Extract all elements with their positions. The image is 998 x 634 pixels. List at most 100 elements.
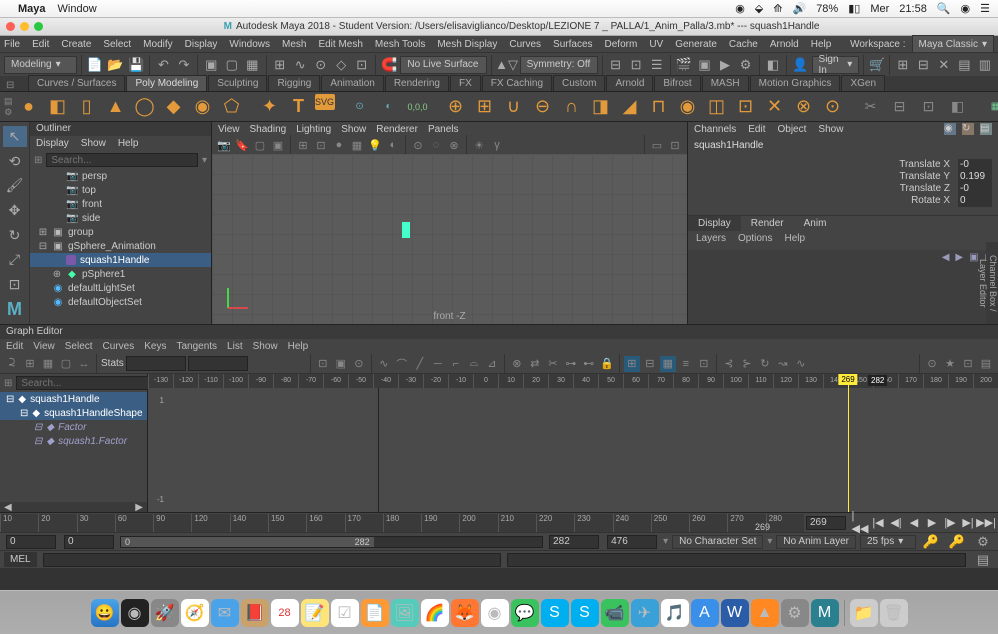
extrude-icon[interactable]: ◨ bbox=[588, 94, 614, 120]
dock-appstore-icon[interactable]: A bbox=[691, 599, 719, 627]
script-editor-icon[interactable]: ▤ bbox=[972, 549, 994, 571]
cb-node-name[interactable]: squash1Handle bbox=[694, 140, 764, 151]
step-forward-icon[interactable]: |▶ bbox=[942, 515, 958, 531]
outliner-menu-display[interactable]: Display bbox=[36, 138, 69, 149]
symmetry-dropdown[interactable]: Symmetry: Off bbox=[520, 56, 598, 74]
shelf-collapse-icon[interactable]: ⊟ bbox=[6, 80, 14, 91]
snap-curve-icon[interactable]: ∿ bbox=[291, 54, 310, 76]
vp-resolution-icon[interactable]: ⊡ bbox=[667, 137, 683, 153]
dock-launchpad-icon[interactable]: 🚀 bbox=[151, 599, 179, 627]
vp-menu-show[interactable]: Show bbox=[341, 124, 366, 135]
poly-cone-icon[interactable]: ▲ bbox=[103, 94, 129, 120]
cb-menu-show[interactable]: Show bbox=[818, 124, 843, 135]
dock-notes-icon[interactable]: 📝 bbox=[301, 599, 329, 627]
cb-menu-object[interactable]: Object bbox=[778, 124, 807, 135]
toggle-modeling-icon[interactable]: ⊞ bbox=[894, 54, 913, 76]
ge-open-editor-icon[interactable]: ⊡ bbox=[960, 356, 976, 372]
vp-shaded-icon[interactable]: ● bbox=[331, 137, 347, 153]
ge-value-snap-icon[interactable]: ⊟ bbox=[642, 356, 658, 372]
mac-app-name[interactable]: Maya bbox=[18, 3, 46, 15]
move-tool-icon[interactable]: ✥ bbox=[3, 200, 27, 221]
menu-create[interactable]: Create bbox=[61, 39, 91, 50]
range-menu-icon[interactable]: ▾ bbox=[663, 536, 668, 547]
cb-tab-render[interactable]: Render bbox=[741, 216, 794, 231]
shelf-tab-mash[interactable]: MASH bbox=[702, 75, 749, 91]
open-scene-icon[interactable]: 📂 bbox=[106, 54, 125, 76]
vp-select-cam-icon[interactable]: 📷 bbox=[216, 137, 232, 153]
ge-frame-all-icon[interactable]: ⊡ bbox=[315, 356, 331, 372]
shelf-tab-sculpting[interactable]: Sculpting bbox=[208, 75, 267, 91]
outliner-menu-show[interactable]: Show bbox=[81, 138, 106, 149]
select-tool-icon[interactable]: ↖ bbox=[3, 126, 27, 147]
ge-stats-frame-input[interactable] bbox=[126, 356, 186, 371]
vp-lights-icon[interactable]: 💡 bbox=[367, 137, 383, 153]
shelf-tab-fxcaching[interactable]: FX Caching bbox=[482, 75, 552, 91]
redo-icon[interactable]: ↷ bbox=[175, 54, 194, 76]
snap-view-icon[interactable]: ⊡ bbox=[352, 54, 371, 76]
ge-unify-tan-icon[interactable]: ⊶ bbox=[563, 356, 579, 372]
maya-home-icon[interactable]: M bbox=[7, 299, 22, 320]
menu-select[interactable]: Select bbox=[103, 39, 131, 50]
layers-menu-options[interactable]: Options bbox=[738, 233, 772, 244]
dock-chrome-icon[interactable]: ◉ bbox=[481, 599, 509, 627]
shelf-tab-rendering[interactable]: Rendering bbox=[385, 75, 449, 91]
ge-menu-keys[interactable]: Keys bbox=[144, 341, 166, 352]
play-back-icon[interactable]: ◀ bbox=[906, 515, 922, 531]
delete-edge-icon[interactable]: ✕ bbox=[762, 94, 788, 120]
outliner-item-defaultLightSet[interactable]: ◉defaultLightSet bbox=[30, 281, 211, 295]
notifications-icon[interactable]: ☰ bbox=[980, 2, 990, 15]
bevel-icon[interactable]: ◢ bbox=[617, 94, 643, 120]
channel-box-side-tab[interactable]: Channel Box / Layer Editor bbox=[986, 242, 998, 324]
channel-attr-TranslateY[interactable]: Translate Y0.199 bbox=[899, 171, 992, 183]
menu-cache[interactable]: Cache bbox=[729, 39, 758, 50]
ig-icon[interactable]: ⊟ bbox=[606, 54, 625, 76]
outliner-item-persp[interactable]: 📷persp bbox=[30, 169, 211, 183]
make-live-icon[interactable]: 🧲 bbox=[380, 54, 399, 76]
ge-lock-tan-icon[interactable]: 🔒 bbox=[599, 356, 615, 372]
save-scene-icon[interactable]: 💾 bbox=[127, 54, 146, 76]
layers-menu-layers[interactable]: Layers bbox=[696, 233, 726, 244]
hist-icon[interactable]: ☰ bbox=[647, 54, 666, 76]
ge-region-icon[interactable]: ▢ bbox=[58, 356, 74, 372]
crease-icon[interactable]: ◧ bbox=[945, 94, 971, 120]
dock-vlc-icon[interactable]: ▲ bbox=[751, 599, 779, 627]
vp-textured-icon[interactable]: ▦ bbox=[349, 137, 365, 153]
menu-windows[interactable]: Windows bbox=[229, 39, 270, 50]
cb-sync-icon[interactable]: ↻ bbox=[962, 123, 974, 135]
target-weld-icon[interactable]: ⊙ bbox=[820, 94, 846, 120]
ge-absolute-icon[interactable]: ▦ bbox=[660, 356, 676, 372]
poly-super-icon[interactable]: ✦ bbox=[257, 94, 283, 120]
go-to-start-icon[interactable]: |◀◀ bbox=[852, 515, 868, 531]
ge-move-nearest-icon[interactable]: ⫈ bbox=[4, 356, 20, 372]
vp-gamma-icon[interactable]: γ bbox=[489, 137, 505, 153]
outliner-item-front[interactable]: 📷front bbox=[30, 197, 211, 211]
zoom-window-button[interactable] bbox=[34, 22, 43, 31]
ge-pre-inf-icon[interactable]: ⊰ bbox=[721, 356, 737, 372]
dock-photos-icon[interactable]: 🌈 bbox=[421, 599, 449, 627]
outliner-menu-help[interactable]: Help bbox=[118, 138, 139, 149]
dock-telegram-icon[interactable]: ✈ bbox=[631, 599, 659, 627]
dock-pages-icon[interactable]: 📄 bbox=[361, 599, 389, 627]
ge-menu-view[interactable]: View bbox=[33, 341, 55, 352]
ge-bookmark-curve-icon[interactable]: ★ bbox=[942, 356, 958, 372]
step-back-icon[interactable]: ◀| bbox=[888, 515, 904, 531]
set-key-icon[interactable]: 🔑 bbox=[946, 531, 968, 553]
snap-plane-icon[interactable]: ◇ bbox=[332, 54, 351, 76]
dock-itunes-icon[interactable]: 🎵 bbox=[661, 599, 689, 627]
paint-select-icon[interactable]: 🖌 bbox=[3, 175, 27, 196]
dock-settings-icon[interactable]: ⚙ bbox=[781, 599, 809, 627]
time-slider-track[interactable]: 1020306090120140150160170180190200210220… bbox=[0, 514, 804, 532]
mac-menu-window[interactable]: Window bbox=[58, 3, 97, 15]
layer-editor[interactable]: ◀ ▶ ▣ ▢ bbox=[688, 250, 998, 324]
ge-menu-help[interactable]: Help bbox=[288, 341, 309, 352]
outliner-item-defaultObjectSet[interactable]: ◉defaultObjectSet bbox=[30, 295, 211, 309]
menu-arnold[interactable]: Arnold bbox=[770, 39, 799, 50]
menu-help[interactable]: Help bbox=[811, 39, 832, 50]
anim-start-input[interactable] bbox=[6, 535, 56, 549]
xgen-icon[interactable]: ✕ bbox=[935, 54, 954, 76]
ge-outliner-item-squash1.Factor[interactable]: ⊟◆squash1.Factor bbox=[0, 434, 147, 448]
graph-current-time-marker[interactable] bbox=[848, 374, 849, 512]
character-set-dropdown[interactable]: No Character Set bbox=[672, 535, 763, 549]
vp-menu-shading[interactable]: Shading bbox=[250, 124, 287, 135]
wifi-icon[interactable]: ⟰ bbox=[773, 2, 782, 15]
